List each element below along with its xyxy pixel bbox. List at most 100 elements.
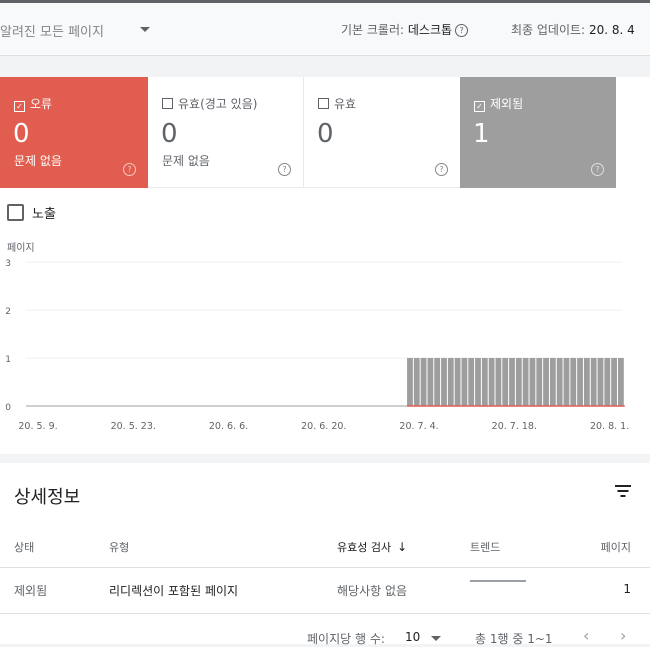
bar — [515, 358, 522, 406]
column-header-trend[interactable]: 트렌드 — [470, 539, 500, 555]
tile-value: 1 — [473, 119, 490, 149]
crawler-label: 기본 크롤러: — [341, 23, 405, 37]
bar — [597, 358, 604, 406]
checkbox-icon[interactable] — [7, 204, 24, 221]
y-tick-label: 1 — [5, 355, 11, 365]
help-icon[interactable]: ? — [455, 24, 469, 37]
bar — [543, 358, 549, 406]
column-header-pages[interactable]: 페이지 — [601, 539, 631, 555]
last-updated: 최종 업데이트: 20. 8. 4 — [511, 21, 635, 38]
y-tick-label: 0 — [5, 403, 11, 413]
x-tick-label: 20. 5. 9. — [18, 421, 57, 432]
cell-validation: 해당사항 없음 — [337, 584, 408, 598]
x-tick-label: 20. 5. 23. — [111, 421, 156, 432]
checkbox-icon[interactable] — [318, 98, 329, 109]
x-tick-label: 20. 7. 4. — [399, 421, 438, 432]
bar — [475, 358, 481, 406]
chevron-down-icon[interactable] — [140, 27, 150, 32]
updated-label: 최종 업데이트: — [511, 23, 586, 37]
cell-status: 제외됨 — [14, 584, 48, 598]
x-tick-label: 20. 8. 1. — [590, 421, 629, 432]
bar — [577, 358, 583, 406]
bar — [563, 358, 570, 406]
bar — [509, 358, 515, 406]
tile-sub: 문제 없음 — [162, 154, 210, 168]
bar — [407, 358, 413, 406]
coverage-card: ✓ 오류 0 문제 없음 ? 유효(경고 있음) 0 문제 없음 ? 유효 0 ?… — [0, 77, 650, 454]
bar — [618, 358, 624, 406]
checkbox-icon[interactable] — [162, 98, 173, 109]
bar — [549, 358, 556, 406]
bar — [468, 358, 475, 406]
arrow-down-icon: ↓ — [397, 540, 408, 554]
help-icon[interactable]: ? — [278, 163, 291, 176]
bar — [536, 358, 543, 406]
help-icon[interactable]: ? — [435, 163, 448, 176]
page-filter-select[interactable]: 알려진 모든 페이지 — [0, 21, 104, 40]
chevron-right-icon[interactable]: › — [620, 626, 626, 645]
tile-valid-with-warnings[interactable]: 유효(경고 있음) 0 문제 없음 ? — [148, 77, 304, 188]
checkbox-checked-icon[interactable]: ✓ — [474, 101, 485, 112]
bar — [427, 358, 434, 406]
bar — [502, 358, 509, 406]
bar — [488, 358, 495, 406]
bar — [481, 358, 488, 406]
bar — [434, 358, 441, 406]
coverage-chart: 3 2 1 0 20. 5. 9. 20. 5. 23. 20. 6. 6. 20. 6. 2… — [5, 259, 629, 432]
tile-value: 0 — [317, 119, 334, 149]
bar — [604, 358, 611, 406]
tile-label: 유효 — [334, 97, 357, 111]
tile-value: 0 — [161, 119, 178, 149]
crawler-info: 기본 크롤러: 데스크톱? — [341, 21, 469, 38]
rows-per-page-select[interactable]: 10 — [405, 630, 420, 644]
chevron-left-icon[interactable]: ‹ — [583, 626, 589, 645]
x-tick-label: 20. 7. 18. — [492, 421, 537, 432]
tile-valid[interactable]: 유효 0 ? — [304, 77, 460, 188]
chevron-down-icon[interactable] — [431, 636, 441, 641]
checkbox-checked-icon[interactable]: ✓ — [14, 101, 25, 112]
impressions-toggle[interactable]: 노출 — [7, 203, 56, 222]
column-header-status[interactable]: 상태 — [14, 539, 34, 555]
bar — [611, 358, 617, 406]
trend-sparkline — [470, 580, 526, 582]
crawler-value: 데스크톱 — [407, 23, 453, 37]
tile-excluded[interactable]: ✓ 제외됨 1 ? — [460, 77, 616, 188]
x-tick-label: 20. 6. 6. — [209, 421, 248, 432]
bar — [522, 358, 529, 406]
tile-value: 0 — [13, 119, 30, 149]
bar — [556, 358, 563, 406]
y-tick-label: 2 — [5, 307, 11, 317]
top-bar: 알려진 모든 페이지 기본 크롤러: 데스크톱? 최종 업데이트: 20. 8.… — [0, 0, 650, 56]
x-tick-label: 20. 6. 20. — [301, 421, 346, 432]
column-header-type[interactable]: 유형 — [109, 539, 129, 555]
help-icon[interactable]: ? — [123, 163, 136, 176]
bar — [441, 358, 447, 406]
bar — [495, 358, 502, 406]
divider — [0, 567, 650, 568]
filter-icon[interactable] — [615, 485, 631, 499]
bar — [454, 358, 461, 406]
details-panel: 상세정보 상태 유형 유효성 검사 ↓ 트렌드 페이지 제외됨 리디렉션이 포함된… — [0, 463, 650, 646]
bar — [583, 358, 590, 406]
pagination-range: 총 1행 중 1~1 — [475, 632, 553, 646]
impressions-label: 노출 — [32, 207, 56, 222]
tile-label: 제외됨 — [490, 97, 524, 111]
cell-pages: 1 — [623, 582, 631, 596]
bar — [529, 358, 536, 406]
updated-value: 20. 8. 4 — [588, 23, 635, 37]
cell-type: 리디렉션이 포함된 페이지 — [109, 584, 239, 598]
column-header-validation[interactable]: 유효성 검사 ↓ — [337, 539, 407, 555]
details-title: 상세정보 — [14, 487, 81, 508]
tile-error[interactable]: ✓ 오류 0 문제 없음 ? — [0, 77, 148, 188]
divider — [0, 613, 650, 614]
bar — [570, 358, 577, 406]
bar — [413, 358, 420, 406]
bar — [590, 358, 597, 406]
rows-per-page-label: 페이지당 행 수: — [307, 632, 385, 646]
bar — [447, 358, 454, 406]
tile-label: 유효(경고 있음) — [178, 97, 258, 111]
bar — [420, 358, 427, 406]
help-icon[interactable]: ? — [591, 163, 604, 176]
y-tick-label: 3 — [5, 259, 11, 269]
bar — [461, 358, 468, 406]
